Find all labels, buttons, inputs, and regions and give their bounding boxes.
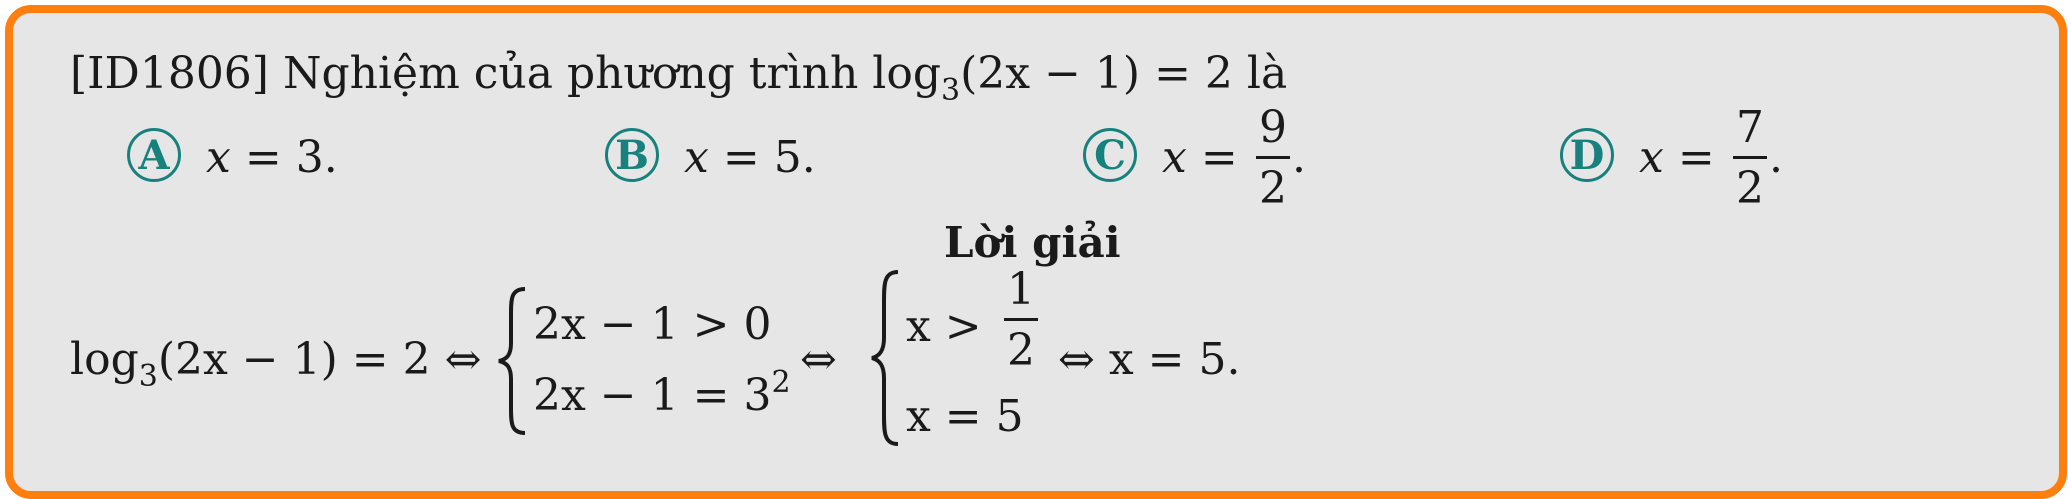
question-suffix: là bbox=[1246, 48, 1288, 99]
log-function: log bbox=[872, 48, 942, 99]
system1-line1: 2x − 1 > 0 bbox=[533, 299, 772, 350]
option-a-badge[interactable]: A bbox=[127, 128, 181, 182]
denominator: 2 bbox=[1259, 163, 1287, 214]
option-d-badge[interactable]: D bbox=[1560, 128, 1614, 182]
question-text: [ID1806] Nghiệm của phương trình log3(2x… bbox=[70, 52, 1287, 106]
solution-lhs: log3(2x − 1) = 2 ⇔ bbox=[70, 334, 482, 394]
option-c-fraction: 92 bbox=[1256, 106, 1290, 211]
system2-line2: x = 5 bbox=[906, 391, 1024, 442]
numerator: 7 bbox=[1736, 102, 1764, 153]
left-brace-1 bbox=[498, 287, 526, 435]
solution-title: Lời giải bbox=[944, 218, 1121, 267]
system2-fraction: 12 bbox=[1004, 268, 1038, 373]
log-base: 3 bbox=[941, 73, 961, 108]
denominator: 2 bbox=[1007, 325, 1035, 376]
denominator: 2 bbox=[1736, 163, 1764, 214]
equivalence-symbol: ⇔ bbox=[800, 334, 837, 385]
numerator: 9 bbox=[1259, 102, 1287, 153]
option-c-tail: . bbox=[1292, 132, 1306, 183]
option-b-badge[interactable]: B bbox=[605, 128, 659, 182]
question-prefix: Nghiệm của phương trình bbox=[282, 48, 859, 99]
option-d-answer[interactable]: x = bbox=[1639, 136, 1715, 180]
solution-conclusion: ⇔ x = 5. bbox=[1058, 334, 1241, 385]
option-d-tail: . bbox=[1769, 132, 1783, 183]
question-id: [ID1806] bbox=[70, 48, 269, 99]
option-c-answer[interactable]: x = bbox=[1162, 136, 1238, 180]
left-brace-2 bbox=[871, 270, 899, 446]
equation-rest: (2x − 1) = 2 bbox=[960, 48, 1233, 99]
numerator: 1 bbox=[1007, 264, 1035, 315]
option-c-badge[interactable]: C bbox=[1083, 128, 1137, 182]
option-a-answer[interactable]: x = 3. bbox=[206, 136, 338, 180]
option-b-answer[interactable]: x = 5. bbox=[684, 136, 816, 180]
option-d-fraction: 72 bbox=[1733, 106, 1767, 211]
system2-line1: x > bbox=[906, 301, 982, 352]
system1-line2: 2x − 1 = 32 bbox=[533, 365, 791, 421]
